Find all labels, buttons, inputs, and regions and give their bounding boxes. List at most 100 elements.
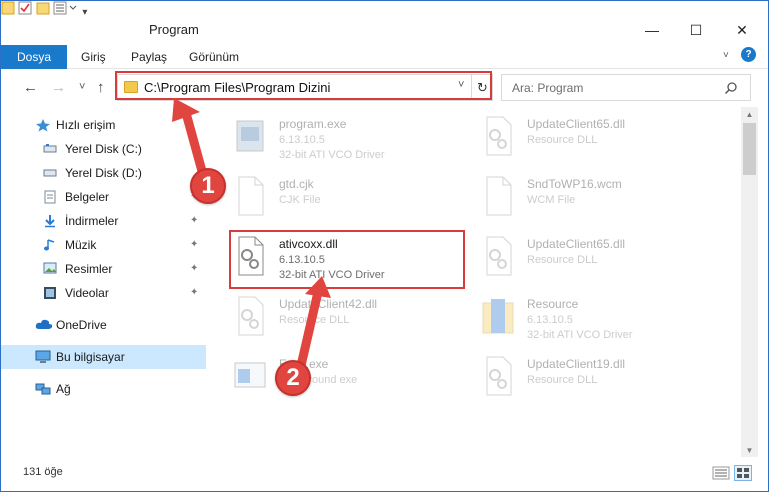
video-icon [43,286,59,300]
file-version: WCM File [527,194,576,206]
exe-icon [233,115,267,157]
view-options-icon[interactable] [53,1,82,18]
help-button[interactable]: ? [741,47,756,62]
pin-icon[interactable]: ✦ [190,239,198,250]
search-icon[interactable] [724,81,738,98]
file-version: Resource DLL [527,374,598,386]
minimize-button[interactable]: — [629,19,675,41]
step-two-badge: 2 [275,360,311,396]
address-bar-highlight [115,71,492,100]
sidebar-item-onedrive[interactable]: OneDrive [1,313,206,337]
file-name: UpdateClient42.dll [279,297,378,311]
file-item[interactable]: SndToWP16.wcm WCM File [475,169,715,227]
sidebar-item-videos[interactable]: Videolar ✦ [1,281,206,305]
sidebar-item-music[interactable]: Müzik ✦ [1,233,206,257]
tab-view[interactable]: Görünüm [189,50,239,64]
file-name: SndToWP16.wcm [527,177,622,191]
file-name: UpdateClient19.dll [527,357,626,371]
file-item[interactable]: UpdateClient19.dll Resource DLL [475,349,715,407]
blank-file-icon [481,175,515,217]
file-item[interactable]: UpdateClient65.dll Resource DLL [475,109,715,167]
tab-file[interactable]: Dosya [1,45,67,69]
documents-icon [43,190,59,204]
sidebar-item-documents[interactable]: Belgeler ✦ [1,185,206,209]
dll-icon [481,115,515,157]
drive-icon [43,142,59,156]
tiles-view-icon[interactable] [734,465,752,481]
file-item[interactable]: UpdateClient42.dll Resource DLL [227,289,467,347]
up-button[interactable]: ↑ [97,79,105,96]
sidebar-item-pictures[interactable]: Resimler ✦ [1,257,206,281]
computer-icon [35,350,51,364]
file-version: 6.13.10.5 [279,134,325,146]
back-button[interactable]: ← [23,79,38,96]
properties-icon[interactable] [18,1,35,18]
expand-ribbon-icon[interactable]: ˅ [723,50,729,61]
sidebar-item-label: Belgeler [65,190,110,204]
sidebar-item-disk-c[interactable]: Yerel Disk (C:) [1,137,206,161]
pin-icon[interactable]: ✦ [190,287,198,298]
sidebar-item-quick-access[interactable]: Hızlı erişim [1,113,206,137]
sidebar-item-network[interactable]: Ağ [1,377,206,401]
file-version: Resource DLL [527,134,598,146]
ribbon-tabs: Dosya Giriş Paylaş Görünüm ˅ ? [1,41,768,69]
pin-icon[interactable]: ✦ [190,215,198,226]
folder-icon [481,295,515,337]
close-button[interactable]: ✕ [719,19,765,41]
scroll-up-icon[interactable]: ▲ [741,107,758,121]
file-description: 32-bit ATI VCO Driver [279,149,385,161]
file-version: 6.13.10.5 [527,314,573,326]
sidebar-item-label: Yerel Disk (C:) [65,142,142,156]
file-name: UpdateClient65.dll [527,237,626,251]
new-folder-icon[interactable] [36,2,53,18]
tab-home[interactable]: Giriş [81,50,106,64]
details-view-icon[interactable] [712,465,730,481]
file-name: program.exe [279,117,347,131]
sidebar-item-label: İndirmeler [65,214,119,228]
customize-toolbar-icon[interactable]: ▾ [82,7,87,18]
dll-icon [481,355,515,397]
music-icon [43,238,59,252]
sidebar-item-label: Videolar [65,286,109,300]
sidebar-item-downloads[interactable]: İndirmeler ✦ [1,209,206,233]
step-one-badge: 1 [190,168,226,204]
file-highlight [229,230,465,289]
blank-file-icon [233,175,267,217]
tab-share[interactable]: Paylaş [131,50,167,64]
window-title: Program [149,22,199,37]
recent-locations-button[interactable]: ˅ [79,81,85,93]
sidebar-item-disk-d[interactable]: Yerel Disk (D:) [1,161,206,185]
navigation-pane: Hızlı erişim Yerel Disk (C:) Yerel Disk … [1,107,206,457]
forward-button[interactable]: → [51,79,66,96]
dll-icon [233,295,267,337]
file-description: 32-bit ATI VCO Driver [527,329,633,341]
download-icon [43,214,59,228]
file-version: Resource DLL [279,314,350,326]
scroll-thumb[interactable] [743,123,756,175]
scroll-down-icon[interactable]: ▼ [741,443,758,457]
drive-icon [43,166,59,180]
network-icon [35,382,51,396]
sidebar-item-label: Hızlı erişim [56,118,116,132]
pin-icon[interactable]: ✦ [190,263,198,274]
sidebar-item-label: Müzik [65,238,97,252]
file-item[interactable]: Exec.exe background exe [227,349,467,407]
file-item[interactable]: gtd.cjk CJK File [227,169,467,227]
file-item[interactable]: UpdateClient65.dll Resource DLL [475,229,715,287]
dll-icon [481,235,515,277]
star-icon [35,118,51,132]
exe-icon [233,355,267,397]
sidebar-item-label: Bu bilgisayar [56,350,125,364]
search-input[interactable]: Ara: Program [501,74,751,101]
search-placeholder: Ara: Program [512,81,584,95]
file-item[interactable]: Resource 6.13.10.5 32-bit ATI VCO Driver [475,289,715,347]
cloud-icon [35,318,53,332]
maximize-button[interactable]: ☐ [673,19,719,41]
file-version: Resource DLL [527,254,598,266]
file-item[interactable]: program.exe 6.13.10.5 32-bit ATI VCO Dri… [227,109,467,167]
sidebar-item-this-pc[interactable]: Bu bilgisayar [1,345,206,369]
file-name: gtd.cjk [279,177,314,191]
sidebar-item-label: Resimler [65,262,113,276]
vertical-scrollbar[interactable]: ▲ ▼ [741,107,758,457]
sidebar-item-label: Ağ [56,382,71,396]
